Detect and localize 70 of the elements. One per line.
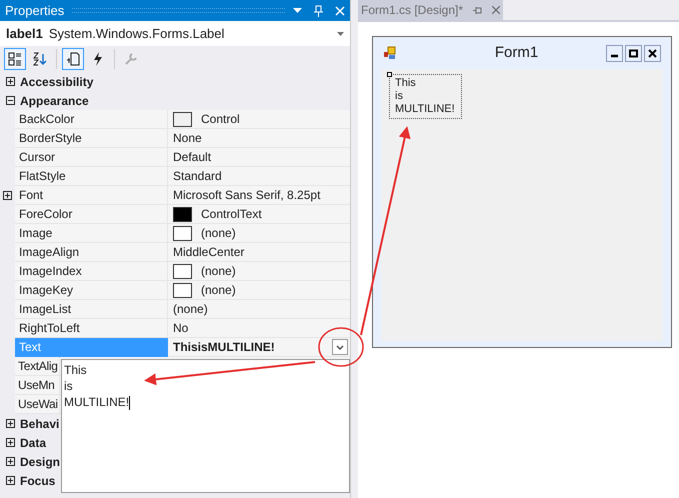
minimize-button[interactable] [606,44,623,62]
property-value: Microsoft Sans Serif, 8.25pt [173,187,320,204]
object-selector[interactable]: label1 System.Windows.Forms.Label [0,21,350,46]
form-icon [383,46,397,60]
selection-handle[interactable] [387,72,392,77]
property-value: None [173,130,202,147]
dropdown-icon [337,32,344,36]
properties-button[interactable] [62,48,84,70]
property-value: MiddleCenter [173,244,244,261]
category-label: Data [20,434,46,452]
property-name[interactable]: Cursor [15,148,168,167]
expand-icon[interactable] [6,419,14,428]
expand-icon[interactable] [6,438,14,447]
category-label: Appearance [20,92,89,110]
property-value: (none) [173,301,208,318]
property-name[interactable]: UseWai [15,395,60,414]
property-value: No [173,320,188,337]
property-name[interactable]: ImageKey [15,281,168,300]
property-name[interactable]: ImageList [15,300,168,319]
property-name[interactable]: BackColor [15,110,168,129]
property-name[interactable]: BorderStyle [15,129,168,148]
category-label: Design [20,454,60,470]
form-title: Form1 [494,42,540,63]
category-label: Focus [20,472,56,490]
property-name[interactable]: ImageAlign [15,243,168,262]
dropdown-icon[interactable] [293,8,302,14]
form-window[interactable]: Form1 This is MULTILINE! [372,36,672,348]
property-value: Standard [173,168,222,185]
categorized-icon [8,52,22,66]
property-value: (none) [201,282,236,299]
property-name[interactable]: ForeColor [15,205,168,224]
panel-title: Properties [5,2,64,20]
chevron-down-icon [336,344,344,350]
property-name[interactable]: FlatStyle [15,167,168,186]
property-name[interactable]: RightToLeft [15,319,168,338]
wrench-icon [124,52,138,66]
property-value: Control [201,111,240,128]
property-name[interactable]: ImageIndex [15,262,168,281]
property-name[interactable]: UseMn [15,376,60,395]
pin-icon[interactable] [314,4,323,16]
close-icon [492,6,500,14]
property-name[interactable]: Image [15,224,168,243]
collapse-icon[interactable] [6,96,14,105]
property-value: Default [173,149,212,166]
category-label: Accessibility [20,74,94,90]
expand-icon[interactable] [3,191,12,200]
expand-icon[interactable] [6,457,14,466]
close-icon [648,48,657,58]
text-editor-field[interactable]: This is MULTILINE! [61,359,350,493]
form-label[interactable]: This is MULTILINE! [389,74,462,119]
property-value: ControlText [201,206,262,223]
pin-icon [473,6,482,14]
property-value: (none) [201,225,236,242]
property-name[interactable]: TextAlig [15,357,60,376]
expand-icon[interactable] [6,77,14,86]
expand-icon[interactable] [6,476,14,485]
sort-icon [33,52,47,66]
maximize-button[interactable] [625,44,642,62]
categorized-button[interactable] [4,48,26,70]
property-name[interactable]: Font [15,186,168,205]
category-label: Behavi [20,416,60,432]
maximize-icon [629,48,638,58]
close-icon[interactable] [335,6,345,16]
close-button[interactable] [644,44,661,62]
highlight-circle [318,327,364,367]
dropdown-button[interactable] [332,339,348,355]
property-page-icon [66,52,80,66]
property-value: (none) [201,263,236,280]
property-value: ThisisMULTILINE! [173,339,275,356]
lightning-icon [92,52,104,66]
